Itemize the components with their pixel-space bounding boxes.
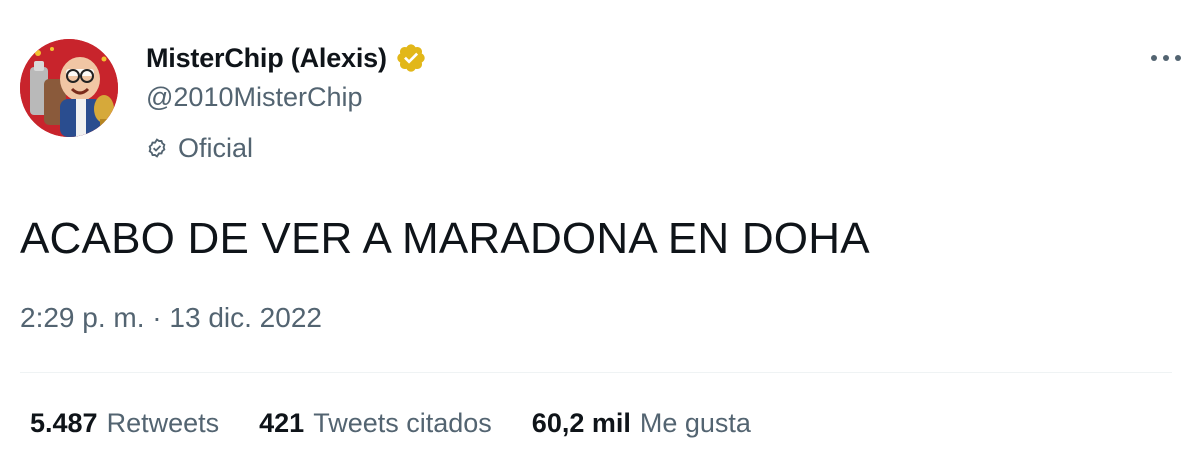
retweets-label: Retweets [106, 408, 220, 438]
divider [20, 372, 1172, 373]
tweet-text: ACABO DE VER A MARADONA EN DOHA [20, 214, 870, 263]
quote-tweets-label: Tweets citados [313, 408, 492, 438]
official-label-row: Oficial [146, 131, 253, 165]
display-name[interactable]: MisterChip (Alexis) [146, 43, 387, 74]
quote-tweets-count: 421 [259, 408, 305, 438]
author-name-row: MisterChip (Alexis) [146, 41, 427, 75]
official-label: Oficial [178, 132, 254, 163]
likes-label: Me gusta [639, 408, 751, 438]
retweets-count: 5.487 [30, 408, 98, 438]
avatar[interactable] [20, 39, 118, 137]
tweet-card: MisterChip (Alexis) @2010MisterChip Ofic… [0, 0, 1200, 469]
verified-badge-icon [395, 42, 427, 74]
avatar-image [20, 39, 118, 137]
quote-tweets-stat[interactable]: 421 Tweets citados [259, 408, 492, 439]
likes-stat[interactable]: 60,2 mil Me gusta [532, 408, 751, 439]
more-options-button[interactable] [1146, 42, 1186, 74]
more-horizontal-icon [1151, 55, 1181, 61]
likes-count: 60,2 mil [531, 408, 631, 438]
author-handle[interactable]: @2010MisterChip [146, 82, 363, 113]
official-check-icon [146, 137, 168, 159]
retweets-stat[interactable]: 5.487 Retweets [30, 408, 219, 439]
tweet-timestamp[interactable]: 2:29 p. m. · 13 dic. 2022 [20, 302, 322, 334]
tweet-stats: 5.487 Retweets 421 Tweets citados 60,2 m… [30, 408, 791, 439]
